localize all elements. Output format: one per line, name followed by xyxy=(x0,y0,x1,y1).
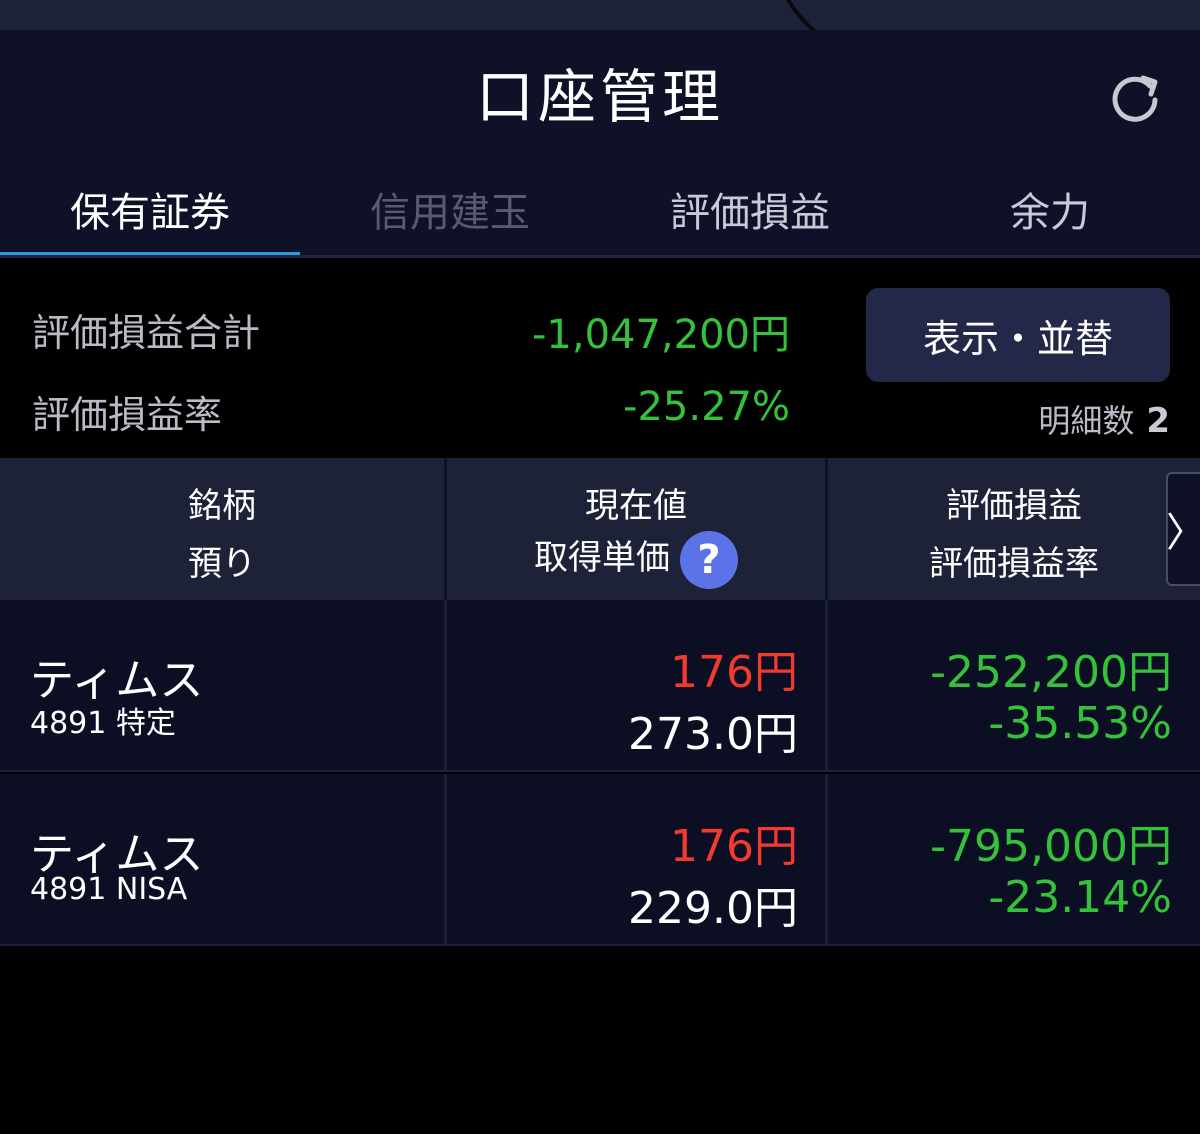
tab-margin-positions[interactable]: 信用建玉 xyxy=(300,160,600,258)
row-pl-rate: -35.53% xyxy=(988,698,1172,749)
acquisition-price: 229.0円 xyxy=(628,883,798,934)
detail-count-label: 明細数 xyxy=(1038,402,1135,440)
current-price: 176円 xyxy=(670,647,798,698)
column-divider xyxy=(444,600,447,772)
tab-buying-power-label: 余力 xyxy=(1010,190,1090,236)
column-header-price-line1: 現在値 xyxy=(585,486,687,526)
pl-rate-label: 評価損益率 xyxy=(32,393,223,437)
column-header-price-line2-text: 取得単価 xyxy=(534,538,670,578)
row-pl-rate: -23.14% xyxy=(988,872,1172,923)
stock-code-account: 4891 特定 xyxy=(30,706,176,741)
pl-rate-value: -25.27% xyxy=(623,384,790,430)
top-status-strip xyxy=(0,0,1200,30)
page-title: 口座管理 xyxy=(475,63,724,131)
column-divider xyxy=(825,600,828,772)
acquisition-price: 273.0円 xyxy=(628,709,798,760)
tab-buying-power[interactable]: 余力 xyxy=(900,160,1200,258)
row-pl-value: -795,000円 xyxy=(930,821,1172,872)
column-divider xyxy=(825,774,828,946)
account-management-screen: 口座管理 保有証券 信用建玉 評価損益 余力 評価損益合計 -1,047,200… xyxy=(0,0,1200,1134)
stock-code-account: 4891 NISA xyxy=(30,872,188,907)
app-header: 口座管理 xyxy=(0,30,1200,160)
tab-holdings-label: 保有証券 xyxy=(70,190,230,236)
tab-valuation-pl[interactable]: 評価損益 xyxy=(600,160,900,258)
summary-panel: 評価損益合計 -1,047,200円 評価損益率 -25.27% 表示・並替 明… xyxy=(0,258,1200,458)
total-pl-value: -1,047,200円 xyxy=(531,312,790,358)
column-divider xyxy=(444,774,447,946)
column-header-pl-line1: 評価損益 xyxy=(946,486,1082,526)
column-header-symbol[interactable]: 銘柄 預り xyxy=(0,458,444,600)
column-header-price-line2: 取得単価? xyxy=(447,530,825,589)
table-row[interactable]: ティムス 4891 NISA 176円 229.0円 -795,000円 -23… xyxy=(0,774,1200,946)
total-pl-label: 評価損益合計 xyxy=(32,311,261,355)
refresh-icon[interactable] xyxy=(1105,68,1165,128)
chevron-right-icon: 〉 xyxy=(1166,500,1200,558)
tab-valuation-pl-label: 評価損益 xyxy=(670,190,830,236)
tab-margin-positions-label: 信用建玉 xyxy=(370,190,530,236)
row-pl-value: -252,200円 xyxy=(930,647,1172,698)
column-header-symbol-line2: 預り xyxy=(188,544,256,584)
column-header-pl-line2: 評価損益率 xyxy=(929,544,1099,584)
detail-count-value: 2 xyxy=(1146,401,1170,441)
column-header-pl[interactable]: 評価損益 評価損益率 xyxy=(828,458,1200,600)
column-header-symbol-line1: 銘柄 xyxy=(188,486,256,526)
table-row[interactable]: ティムス 4891 特定 176円 273.0円 -252,200円 -35.5… xyxy=(0,600,1200,772)
tab-bar: 保有証券 信用建玉 評価損益 余力 xyxy=(0,160,1200,258)
display-sort-label: 表示・並替 xyxy=(922,316,1113,361)
detail-count: 明細数 2 xyxy=(1038,396,1170,442)
display-sort-button[interactable]: 表示・並替 xyxy=(866,288,1170,382)
help-icon[interactable]: ? xyxy=(680,530,738,589)
tab-holdings[interactable]: 保有証券 xyxy=(0,160,300,258)
holdings-table-header: 銘柄 預り 現在値 取得単価? 評価損益 評価損益率 〉 xyxy=(0,458,1200,600)
scroll-right-button[interactable]: 〉 xyxy=(1166,472,1200,586)
current-price: 176円 xyxy=(670,821,798,872)
column-header-price[interactable]: 現在値 取得単価? xyxy=(447,458,825,600)
